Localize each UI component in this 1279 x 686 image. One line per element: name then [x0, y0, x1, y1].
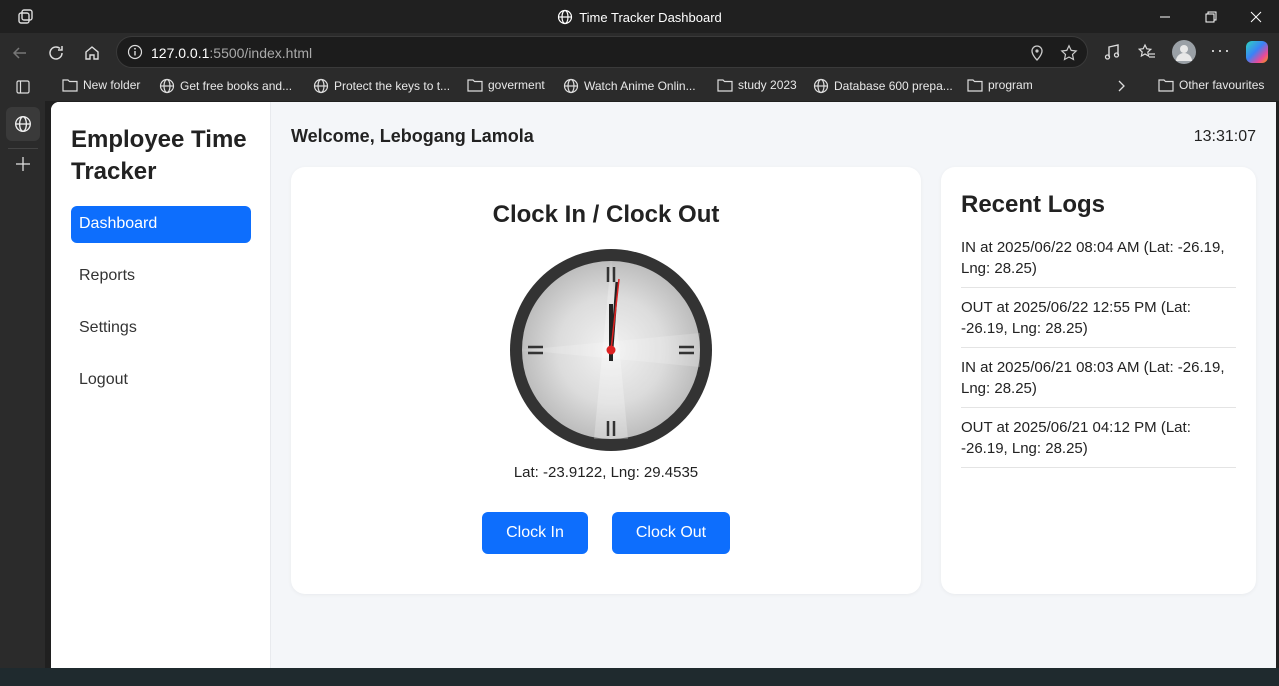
url-text[interactable]: 127.0.0.1:5500/index.html: [151, 45, 312, 61]
close-icon: [1250, 11, 1262, 22]
bookmark-database-600[interactable]: Database 600 prepa...: [813, 78, 953, 94]
sidebar-item-settings[interactable]: Settings: [71, 310, 251, 347]
address-bar[interactable]: 127.0.0.1:5500/index.html: [116, 36, 1088, 68]
globe-icon: [159, 78, 175, 94]
folder-icon: [967, 79, 983, 92]
bookmark-other-favourites[interactable]: Other favourites: [1158, 78, 1264, 92]
close-button[interactable]: [1233, 0, 1279, 33]
favorites-icon[interactable]: [1138, 43, 1156, 61]
list-item: IN at 2025/06/22 08:04 AM (Lat: -26.19, …: [961, 237, 1236, 288]
active-tab[interactable]: [6, 107, 40, 141]
location-icon[interactable]: [1030, 45, 1044, 61]
globe-icon: [15, 116, 31, 132]
user-icon: [1176, 45, 1192, 61]
globe-icon: [313, 78, 329, 94]
info-icon[interactable]: [127, 44, 143, 60]
recent-logs-title: Recent Logs: [961, 191, 1106, 218]
bookmarks-bar: New folder Get free books and... Protect…: [0, 71, 1279, 101]
globe-icon: [813, 78, 829, 94]
bookmark-free-books[interactable]: Get free books and...: [159, 78, 292, 94]
favorite-star-icon[interactable]: [1060, 44, 1078, 62]
browser-toolbar: 127.0.0.1:5500/index.html ···: [0, 33, 1279, 71]
tab-divider: [8, 148, 38, 149]
back-button[interactable]: [7, 40, 33, 66]
main-content: Welcome, Lebogang Lamola 13:31:07 Clock …: [271, 102, 1276, 668]
bookmark-study-2023[interactable]: study 2023: [717, 78, 797, 92]
folder-icon: [62, 79, 78, 92]
back-arrow-icon: [12, 47, 26, 59]
list-item: OUT at 2025/06/21 04:12 PM (Lat: -26.19,…: [961, 417, 1236, 468]
logs-list: IN at 2025/06/22 08:04 AM (Lat: -26.19, …: [961, 237, 1236, 477]
bookmark-program[interactable]: program: [967, 78, 1033, 92]
taskbar: [0, 668, 1279, 686]
sidebar-item-reports[interactable]: Reports: [71, 258, 251, 295]
location-coordinates: Lat: -23.9122, Lng: 29.4535: [513, 464, 699, 481]
new-tab-plus-icon[interactable]: [15, 156, 31, 172]
refresh-button[interactable]: [43, 40, 69, 66]
window-titlebar: Time Tracker Dashboard: [0, 0, 1279, 33]
bookmark-goverment[interactable]: goverment: [467, 78, 545, 92]
clock-card-title: Clock In / Clock Out: [492, 201, 720, 228]
profile-avatar[interactable]: [1172, 40, 1196, 64]
minimize-button[interactable]: [1142, 0, 1188, 33]
vertical-tabs: [0, 101, 45, 668]
sidebar: Employee Time Tracker Dashboard Reports …: [51, 102, 271, 668]
restore-button[interactable]: [1188, 0, 1234, 33]
folder-icon: [467, 79, 483, 92]
page-viewport: Employee Time Tracker Dashboard Reports …: [51, 102, 1276, 668]
globe-icon: [563, 78, 579, 94]
copilot-icon[interactable]: [1246, 41, 1268, 63]
tab-actions-icon[interactable]: [15, 79, 31, 95]
list-item: IN at 2025/06/21 08:03 AM (Lat: -26.19, …: [961, 357, 1236, 408]
home-icon: [85, 46, 99, 60]
clock-card: Clock In / Clock Out Lat: -23.9122, Lng:…: [291, 167, 921, 594]
more-menu-icon[interactable]: ···: [1210, 40, 1231, 61]
refresh-icon: [49, 46, 63, 60]
home-button[interactable]: [79, 40, 105, 66]
current-time: 13:31:07: [1193, 128, 1256, 145]
bookmark-watch-anime[interactable]: Watch Anime Onlin...: [563, 78, 696, 94]
list-item: OUT at 2025/06/22 12:55 PM (Lat: -26.19,…: [961, 297, 1236, 348]
globe-icon: [558, 9, 573, 25]
chevron-right-icon[interactable]: [1115, 80, 1127, 92]
bookmark-protect-keys[interactable]: Protect the keys to t...: [313, 78, 450, 94]
bookmark-new-folder[interactable]: New folder: [62, 78, 140, 92]
folder-icon: [1158, 79, 1174, 92]
sidebar-item-dashboard[interactable]: Dashboard: [71, 206, 251, 243]
restore-icon: [1205, 11, 1217, 22]
folder-icon: [717, 79, 733, 92]
media-icon[interactable]: [1103, 43, 1121, 61]
window-title: Time Tracker Dashboard: [0, 9, 1279, 25]
minimize-icon: [1160, 16, 1170, 17]
clock-in-button[interactable]: Clock In: [482, 512, 588, 554]
analog-clock: [510, 249, 712, 451]
app-title: Employee Time Tracker: [71, 126, 247, 185]
welcome-message: Welcome, Lebogang Lamola: [291, 126, 534, 146]
clock-out-button[interactable]: Clock Out: [612, 512, 730, 554]
recent-logs-card: Recent Logs IN at 2025/06/22 08:04 AM (L…: [941, 167, 1256, 594]
sidebar-item-logout[interactable]: Logout: [71, 362, 251, 399]
